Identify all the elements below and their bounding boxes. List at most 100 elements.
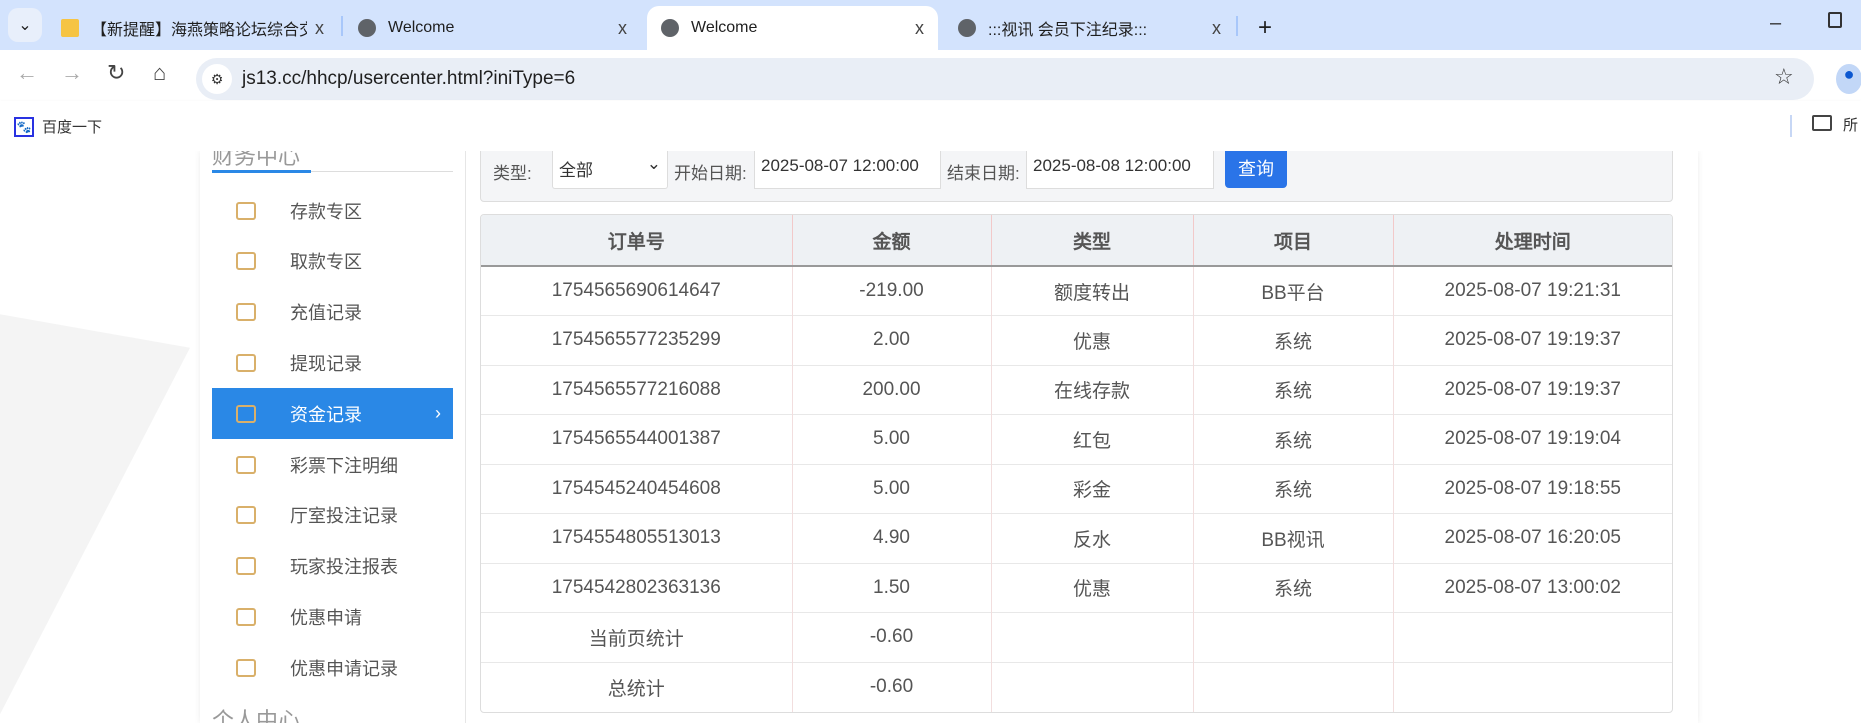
list-icon — [236, 506, 256, 525]
chevron-down-icon: ⌄ — [646, 154, 661, 173]
background-shape — [0, 314, 190, 723]
globe-icon — [358, 19, 376, 37]
table-row: 1754565690614647 -219.00 额度转出 BB平台 2025-08-0… — [481, 265, 1672, 316]
table-row: 1754565577216088 200.00 在线存款 系统 2025-08-07 1… — [481, 364, 1672, 415]
sidebar-item-5[interactable]: 资金记录 › — [212, 388, 453, 440]
chevron-down-icon: ⌄ — [18, 17, 32, 34]
globe-icon — [958, 19, 976, 37]
address-bar[interactable]: ⚙ js13.cc/hhcp/usercenter.html?iniType=6… — [196, 58, 1814, 100]
restore-icon[interactable] — [1828, 12, 1842, 28]
sidebar-item-3[interactable]: 充值记录 — [212, 287, 453, 338]
chevron-right-icon: › — [435, 403, 441, 424]
close-tab-icon[interactable]: x — [915, 18, 924, 39]
table-cell: 2025-08-07 19:19:37 — [1393, 315, 1672, 365]
tab-4[interactable]: :::视讯 会员下注纪录::: x — [944, 6, 1235, 50]
table-cell: 1754565690614647 — [481, 265, 793, 316]
empty-cell — [1393, 612, 1672, 662]
table-cell: 彩金 — [991, 463, 1194, 514]
sidebar-item-label: 优惠申请 — [290, 607, 362, 628]
query-button[interactable]: 查询 — [1225, 151, 1287, 188]
money-bag-icon — [236, 303, 256, 322]
sidebar-item-10[interactable]: 优惠申请记录 — [212, 642, 453, 693]
funds-record-table: 订单号 金额 类型 项目 处理时间 1754565690614647 -219.00 额度转… — [480, 214, 1673, 713]
sidebar-section-title: 财务中心 — [212, 151, 301, 169]
start-date-input[interactable]: 2025-08-07 12:00:00 — [754, 151, 941, 189]
type-label: 类型: — [493, 164, 532, 183]
tab-separator — [341, 16, 343, 36]
forward-icon[interactable]: → — [61, 60, 83, 86]
table-cell: 2025-08-07 19:19:37 — [1393, 364, 1672, 415]
sidebar-item-label: 提现记录 — [290, 353, 362, 374]
table-cell: 额度转出 — [991, 265, 1194, 316]
table-cell: 在线存款 — [991, 364, 1194, 415]
all-bookmarks-label[interactable]: 所 — [1843, 114, 1858, 135]
sidebar-item-label: 玩家投注报表 — [290, 557, 398, 578]
table-cell: 1754542802363136 — [481, 562, 793, 613]
table-cell: 1754565577216088 — [481, 364, 793, 415]
table-row: 1754545240454608 5.00 彩金 系统 2025-08-07 19:18… — [481, 463, 1672, 514]
type-select[interactable]: 全部 ⌄ — [552, 151, 668, 189]
total-value: -0.60 — [792, 612, 992, 662]
page-content: 财务中心 存款专区取款专区充值记录提现记录资金记录 › 彩票下注明细厅室投注记录玩家… — [0, 151, 1861, 723]
close-tab-icon[interactable]: x — [618, 18, 627, 39]
baidu-paw-icon: 🐾 — [14, 116, 34, 137]
sidebar-item-1[interactable]: 存款专区 — [212, 185, 453, 236]
table-cell: 优惠 — [991, 315, 1194, 365]
site-settings-icon[interactable]: ⚙ — [202, 64, 232, 94]
browser-tab-bar: ⌄ 【新提醒】海燕策略论坛综合交 x Welcome x Welcome x :::视… — [0, 0, 1861, 50]
sidebar-item-label: 资金记录 — [290, 404, 362, 425]
table-cell: 5.00 — [792, 463, 992, 514]
bookmarks-bar: 🐾 百度一下 所 — [0, 101, 1861, 151]
url-text[interactable]: js13.cc/hhcp/usercenter.html?iniType=6 — [242, 68, 575, 90]
sidebar-item-label: 优惠申请记录 — [290, 658, 398, 679]
sidebar-item-label: 充值记录 — [290, 303, 362, 324]
start-date-label: 开始日期: — [674, 164, 747, 183]
sidebar-item-2[interactable]: 取款专区 — [212, 236, 453, 287]
sidebar-item-6[interactable]: 彩票下注明细 — [212, 439, 453, 490]
folder-icon[interactable] — [1812, 115, 1832, 131]
table-cell: 红包 — [991, 414, 1194, 464]
table-cell: 1754565544001387 — [481, 414, 793, 464]
reload-icon[interactable]: ↻ — [107, 60, 125, 86]
table-cell: -219.00 — [792, 265, 992, 316]
close-tab-icon[interactable]: x — [1212, 18, 1221, 39]
minimize-icon[interactable]: – — [1770, 12, 1781, 35]
grand-total-row: 总统计 -0.60 — [481, 661, 1672, 712]
table-cell: 优惠 — [991, 562, 1194, 613]
tab-search-button[interactable]: ⌄ — [8, 8, 42, 42]
table-row: 1754542802363136 1.50 优惠 系统 2025-08-07 13:00… — [481, 562, 1672, 613]
sidebar-item-label: 存款专区 — [290, 201, 362, 222]
sidebar-item-9[interactable]: 优惠申请 — [212, 591, 453, 642]
column-header: 类型 — [991, 215, 1194, 267]
bookmark-baidu[interactable]: 🐾 百度一下 — [14, 116, 102, 137]
bookmark-star-icon[interactable]: ☆ — [1774, 64, 1794, 90]
section-underline — [212, 170, 311, 173]
empty-cell — [991, 612, 1194, 662]
table-cell: 2025-08-07 19:19:04 — [1393, 414, 1672, 464]
table-cell: 200.00 — [792, 364, 992, 415]
close-tab-icon[interactable]: x — [315, 18, 324, 39]
table-cell: 系统 — [1193, 562, 1394, 613]
sidebar-item-label: 彩票下注明细 — [290, 455, 398, 476]
home-icon[interactable]: ⌂ — [153, 60, 166, 86]
column-header: 处理时间 — [1393, 215, 1672, 267]
back-icon[interactable]: ← — [16, 60, 38, 86]
tab-1[interactable]: 【新提醒】海燕策略论坛综合交 x — [47, 6, 338, 50]
tab-2[interactable]: Welcome x — [344, 6, 641, 50]
table-cell: BB平台 — [1193, 265, 1394, 316]
tab-separator — [1236, 16, 1238, 36]
sidebar-item-7[interactable]: 厅室投注记录 — [212, 490, 453, 541]
sidebar-item-8[interactable]: 玩家投注报表 — [212, 541, 453, 592]
end-date-input[interactable]: 2025-08-08 12:00:00 — [1026, 151, 1214, 189]
profile-avatar-icon[interactable]: ● — [1836, 64, 1861, 94]
list-icon — [236, 658, 256, 677]
table-cell: 4.90 — [792, 513, 992, 563]
table-cell: 2025-08-07 19:21:31 — [1393, 265, 1672, 316]
table-cell: 系统 — [1193, 414, 1394, 464]
tab-3-active[interactable]: Welcome x — [647, 6, 938, 50]
table-cell: 1754545240454608 — [481, 463, 793, 514]
sidebar-item-label: 取款专区 — [290, 252, 362, 273]
page-total-row: 当前页统计 -0.60 — [481, 612, 1672, 662]
new-tab-button[interactable]: + — [1244, 6, 1286, 50]
sidebar-item-4[interactable]: 提现记录 — [212, 337, 453, 388]
